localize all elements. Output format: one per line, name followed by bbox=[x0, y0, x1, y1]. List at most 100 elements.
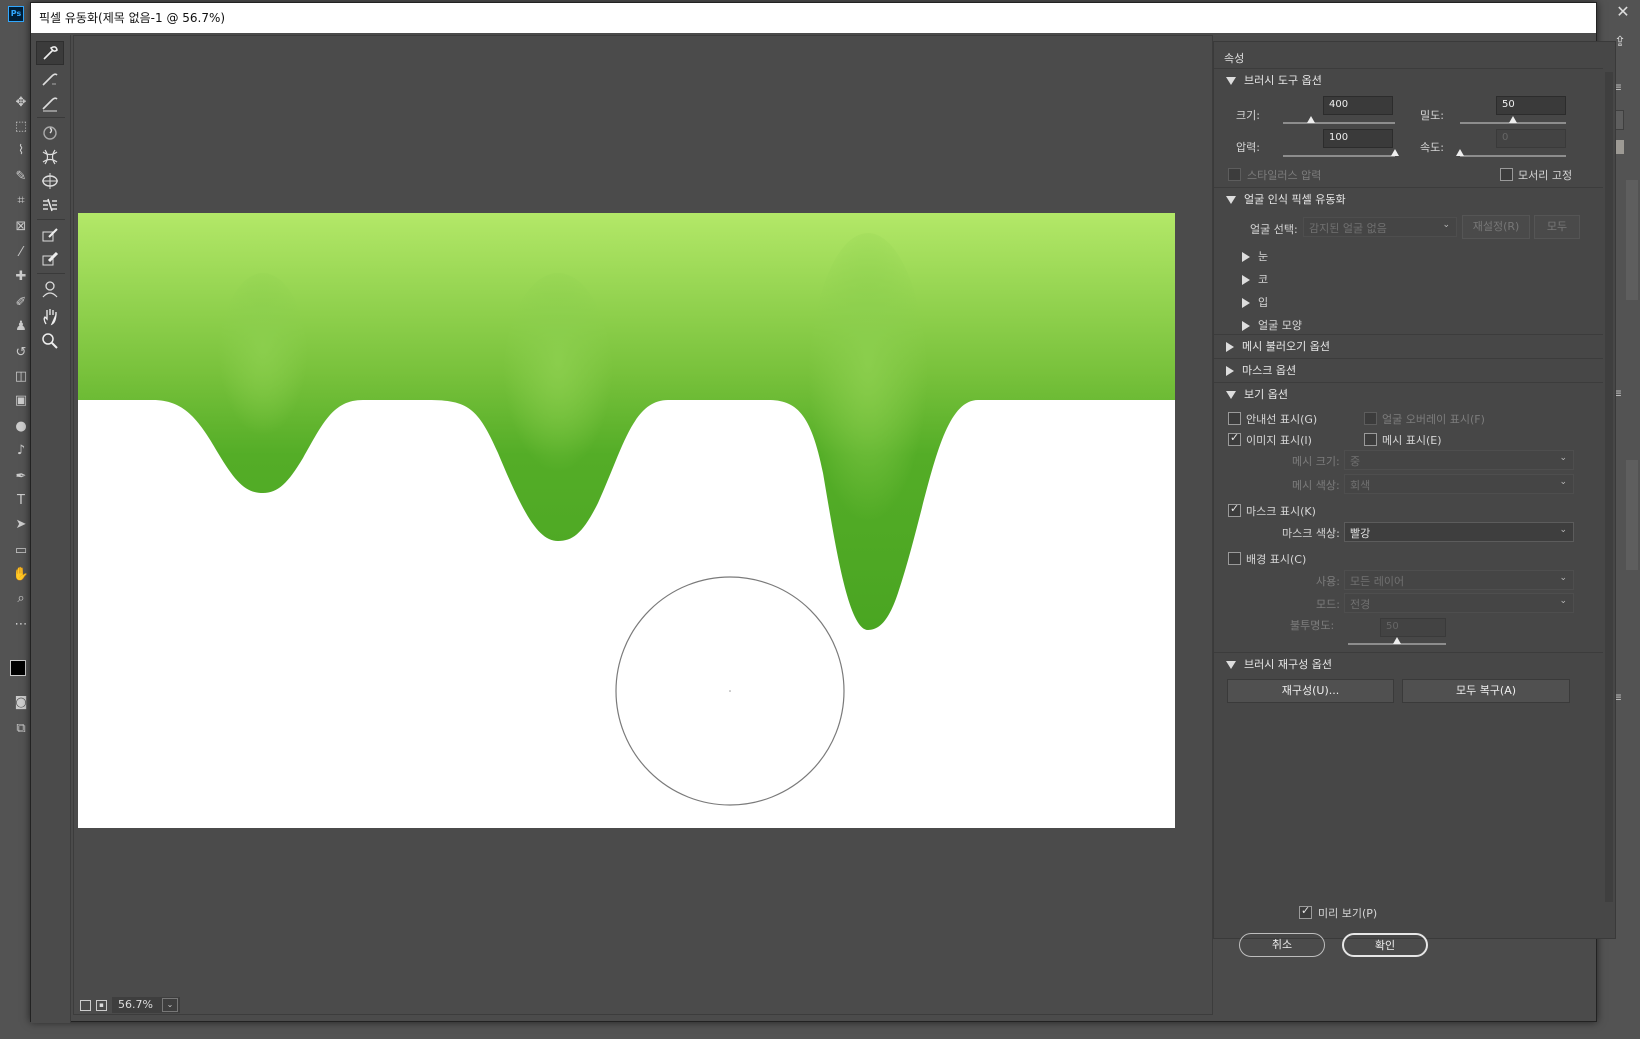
stamp-icon[interactable]: ♟ bbox=[10, 316, 32, 338]
mask-color-dropdown[interactable]: 빨강 ⌄ bbox=[1344, 522, 1574, 542]
cancel-button[interactable]: 취소 bbox=[1239, 933, 1325, 957]
eyedropper-icon[interactable]: ⁄ bbox=[10, 242, 32, 264]
forward-warp-tool[interactable] bbox=[36, 41, 64, 65]
gradient-icon[interactable]: ▣ bbox=[10, 390, 32, 412]
section-mask-options[interactable]: 마스크 옵션 bbox=[1214, 358, 1603, 382]
bloat-tool[interactable] bbox=[36, 169, 64, 193]
section-header-label: 브러시 재구성 옵션 bbox=[1244, 658, 1332, 671]
pressure-slider[interactable] bbox=[1283, 149, 1399, 157]
density-slider-thumb[interactable] bbox=[1509, 116, 1517, 123]
type-icon[interactable]: T bbox=[10, 490, 32, 512]
view-mode-icon[interactable]: ▪ bbox=[96, 1000, 107, 1011]
zoom-tool[interactable] bbox=[36, 329, 64, 353]
rate-slider-thumb[interactable] bbox=[1456, 149, 1464, 156]
stylus-pressure-checkbox[interactable] bbox=[1228, 168, 1241, 181]
healing-icon[interactable]: ✚ bbox=[10, 266, 32, 288]
density-input[interactable]: 50 bbox=[1496, 96, 1566, 115]
preview-canvas-area[interactable]: ▪ 56.7% ⌄ bbox=[73, 35, 1213, 1015]
zoom-dropdown-icon[interactable]: ⌄ bbox=[162, 998, 178, 1012]
quick-mask-icon[interactable]: ◙ bbox=[10, 692, 32, 714]
face-tool[interactable] bbox=[36, 277, 64, 301]
hand-icon[interactable]: ✋ bbox=[10, 564, 32, 586]
use-dropdown[interactable]: 모든 레이어 ⌄ bbox=[1344, 570, 1574, 590]
section-header-label: 브러시 도구 옵션 bbox=[1244, 74, 1322, 87]
show-backdrop-checkbox[interactable] bbox=[1228, 552, 1241, 565]
opacity-input[interactable]: 50 bbox=[1380, 618, 1446, 637]
magic-wand-icon[interactable]: ✎ bbox=[10, 166, 32, 188]
subsection-nose[interactable]: 코 bbox=[1242, 271, 1268, 287]
subsection-face-shape[interactable]: 얼굴 모양 bbox=[1242, 317, 1302, 333]
mesh-size-dropdown[interactable]: 중 ⌄ bbox=[1344, 450, 1574, 470]
collapse-triangle-icon bbox=[1226, 77, 1236, 85]
mesh-color-dropdown[interactable]: 회색 ⌄ bbox=[1344, 474, 1574, 494]
screen-mode-icon[interactable]: ⧉ bbox=[10, 718, 32, 740]
more-icon[interactable]: ⋯ bbox=[10, 614, 32, 636]
crop-icon[interactable]: ⌗ bbox=[10, 190, 32, 212]
size-label: 크기: bbox=[1236, 109, 1260, 122]
path-select-icon[interactable]: ➤ bbox=[10, 514, 32, 536]
reset-face-button[interactable]: 재설정(R) bbox=[1462, 215, 1530, 239]
close-icon[interactable]: ✕ bbox=[1608, 1, 1638, 23]
reconstruct-tool[interactable] bbox=[36, 67, 64, 91]
show-face-overlay-checkbox[interactable] bbox=[1364, 412, 1377, 425]
section-brush-reconstruct-options[interactable]: 브러시 재구성 옵션 bbox=[1214, 652, 1603, 676]
dripping-green-image bbox=[78, 213, 1175, 806]
blur-icon[interactable]: ● bbox=[10, 416, 32, 438]
rate-slider[interactable] bbox=[1456, 149, 1566, 157]
reconstruct-button[interactable]: 재구성(U)... bbox=[1227, 679, 1394, 703]
zoom-icon[interactable]: ⌕ bbox=[10, 588, 32, 610]
freeze-mask-tool[interactable] bbox=[36, 223, 64, 247]
dodge-icon[interactable]: ♪ bbox=[10, 440, 32, 462]
marquee-icon[interactable]: ⬚ bbox=[10, 116, 32, 138]
smooth-tool[interactable] bbox=[36, 91, 64, 115]
pen-icon[interactable]: ✒ bbox=[10, 466, 32, 488]
rectangle-icon[interactable]: ▭ bbox=[10, 540, 32, 562]
document-image[interactable] bbox=[78, 213, 1175, 828]
hand-tool[interactable] bbox=[36, 305, 64, 329]
restore-all-button[interactable]: 모두 복구(A) bbox=[1402, 679, 1570, 703]
pressure-slider-thumb[interactable] bbox=[1391, 149, 1399, 156]
ok-button[interactable]: 확인 bbox=[1342, 933, 1428, 957]
mask-color-label: 마스크 색상: bbox=[1282, 527, 1340, 540]
status-bar: ▪ 56.7% ⌄ bbox=[74, 996, 304, 1014]
view-toggle-icon[interactable] bbox=[80, 1000, 91, 1011]
opacity-slider[interactable] bbox=[1348, 637, 1446, 645]
history-brush-icon[interactable]: ↺ bbox=[10, 342, 32, 364]
subsection-eyes[interactable]: 눈 bbox=[1242, 248, 1268, 264]
pin-edges-checkbox[interactable] bbox=[1500, 168, 1513, 181]
twirl-tool[interactable] bbox=[36, 121, 64, 145]
density-slider[interactable] bbox=[1460, 116, 1566, 124]
show-image-checkbox[interactable] bbox=[1228, 431, 1241, 446]
show-guides-checkbox[interactable] bbox=[1228, 412, 1241, 425]
select-face-dropdown[interactable]: 감지된 얼굴 없음 ⌄ bbox=[1303, 217, 1457, 237]
show-mesh-checkbox[interactable] bbox=[1364, 433, 1377, 446]
section-load-mesh-options[interactable]: 메시 불러오기 옵션 bbox=[1214, 334, 1603, 358]
size-input[interactable]: 400 bbox=[1323, 96, 1393, 115]
thaw-mask-tool[interactable] bbox=[36, 247, 64, 271]
move-icon[interactable]: ✥ bbox=[10, 92, 32, 114]
size-slider-thumb[interactable] bbox=[1307, 116, 1315, 123]
section-brush-tool-options[interactable]: 브러시 도구 옵션 bbox=[1214, 68, 1603, 92]
section-view-options[interactable]: 보기 옵션 bbox=[1214, 382, 1603, 406]
push-left-tool[interactable] bbox=[36, 193, 64, 217]
rate-input[interactable]: 0 bbox=[1496, 129, 1566, 148]
mode-label: 모드: bbox=[1316, 598, 1340, 611]
opacity-slider-thumb[interactable] bbox=[1393, 637, 1401, 644]
properties-scrollbar[interactable] bbox=[1605, 72, 1613, 902]
show-mask-checkbox[interactable] bbox=[1228, 502, 1241, 517]
pucker-tool[interactable] bbox=[36, 145, 64, 169]
panel-scrollbar[interactable] bbox=[1626, 180, 1638, 300]
section-face-aware-liquify[interactable]: 얼굴 인식 픽셀 유동화 bbox=[1214, 187, 1603, 211]
frame-icon[interactable]: ⊠ bbox=[10, 216, 32, 238]
pressure-input[interactable]: 100 bbox=[1323, 129, 1393, 148]
preview-checkbox[interactable] bbox=[1299, 904, 1312, 919]
lasso-icon[interactable]: ⌇ bbox=[10, 140, 32, 162]
size-slider[interactable] bbox=[1283, 116, 1395, 124]
panel-scrollbar-2[interactable] bbox=[1626, 460, 1638, 570]
eraser-icon[interactable]: ◫ bbox=[10, 366, 32, 388]
foreground-color-swatch[interactable] bbox=[10, 660, 26, 676]
all-faces-button[interactable]: 모두 bbox=[1534, 215, 1580, 239]
subsection-mouth[interactable]: 입 bbox=[1242, 294, 1268, 310]
brush-icon[interactable]: ✐ bbox=[10, 292, 32, 314]
mode-dropdown[interactable]: 전경 ⌄ bbox=[1344, 593, 1574, 613]
